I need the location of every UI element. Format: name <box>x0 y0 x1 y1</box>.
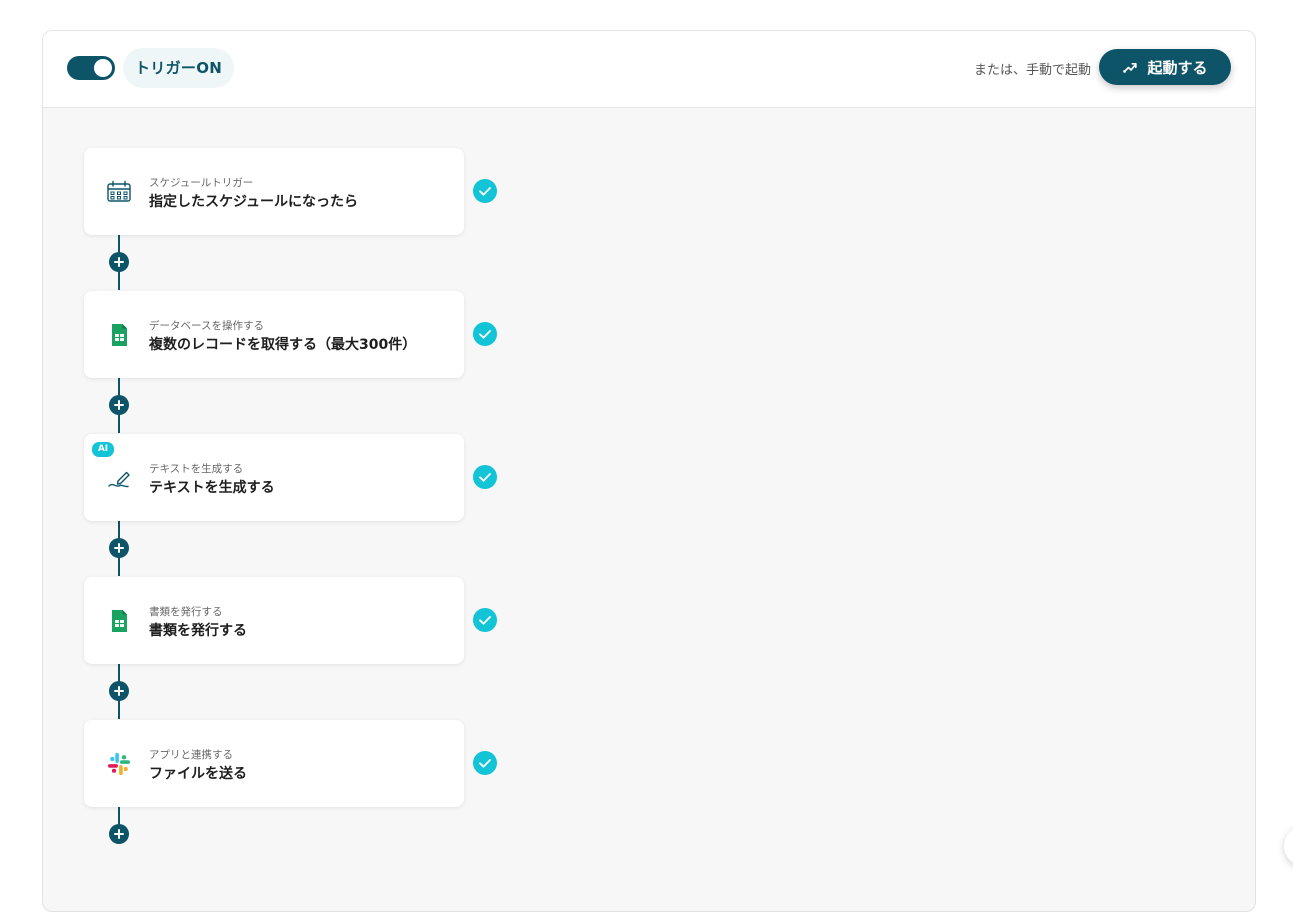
start-button-label: 起動する <box>1147 58 1208 77</box>
flow-header: トリガーON または、手動で起動 起動する <box>43 31 1255 108</box>
check-icon <box>473 751 497 775</box>
trigger-toggle[interactable] <box>67 56 115 80</box>
toggle-knob <box>94 59 112 77</box>
step-title: テキストを生成する <box>149 480 275 496</box>
slack-icon <box>106 751 132 777</box>
add-step-button[interactable] <box>109 824 129 844</box>
add-step-button[interactable] <box>109 395 129 415</box>
step-category: アプリと連携する <box>149 749 233 761</box>
add-step-button[interactable] <box>109 538 129 558</box>
step-title: 複数のレコードを取得する（最大300件） <box>149 337 417 353</box>
step-category: テキストを生成する <box>149 463 244 475</box>
step-category: スケジュールトリガー <box>149 177 254 189</box>
trigger-status-label: トリガーON <box>123 48 235 88</box>
pen-icon <box>106 465 132 491</box>
ai-badge: AI <box>92 442 114 457</box>
flow-panel: トリガーON または、手動で起動 起動する スケジュールトリガー 指定したスケジ… <box>42 30 1256 912</box>
floating-help-button[interactable] <box>1284 826 1293 866</box>
step-category: 書類を発行する <box>149 606 223 618</box>
check-icon <box>473 608 497 632</box>
check-icon <box>473 465 497 489</box>
flow-step-schedule-trigger[interactable]: スケジュールトリガー 指定したスケジュールになったら <box>84 148 464 235</box>
step-title: 指定したスケジュールになったら <box>149 194 359 210</box>
google-sheets-icon <box>106 608 132 634</box>
check-icon <box>473 322 497 346</box>
step-title: 書類を発行する <box>149 623 247 639</box>
flow-step-send-file[interactable]: アプリと連携する ファイルを送る <box>84 720 464 807</box>
flow-step-generate-text[interactable]: AI テキストを生成する テキストを生成する <box>84 434 464 521</box>
flow-step-database[interactable]: データベースを操作する 複数のレコードを取得する（最大300件） <box>84 291 464 378</box>
start-button[interactable]: 起動する <box>1099 49 1231 85</box>
step-category: データベースを操作する <box>149 320 264 332</box>
calendar-icon <box>106 179 132 205</box>
manual-start-hint: または、手動で起動 <box>973 63 1091 78</box>
launch-icon <box>1123 62 1138 73</box>
add-step-button[interactable] <box>109 681 129 701</box>
add-step-button[interactable] <box>109 252 129 272</box>
google-sheets-icon <box>106 322 132 348</box>
step-title: ファイルを送る <box>149 766 247 782</box>
check-icon <box>473 179 497 203</box>
flow-step-issue-document[interactable]: 書類を発行する 書類を発行する <box>84 577 464 664</box>
